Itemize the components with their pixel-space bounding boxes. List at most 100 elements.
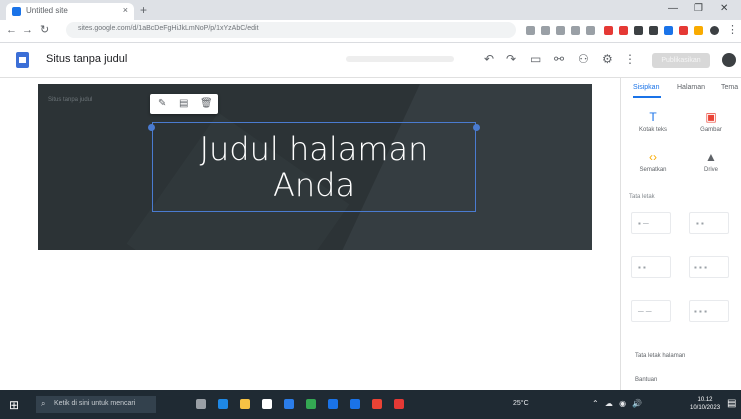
insert-text-box-button[interactable]: T Kotak teks: [635, 110, 671, 133]
side-panel: Sisipkan Halaman Tema T Kotak teks ▣ Gam…: [620, 78, 741, 390]
page-layout-link[interactable]: Tata letak halaman: [635, 352, 685, 360]
delete-icon[interactable]: 🗑: [200, 97, 213, 111]
browser-tab-title: Untitled site: [26, 6, 68, 15]
share-icon[interactable]: ⚇: [578, 52, 589, 66]
insert-embed-button[interactable]: ‹› Sematkan: [635, 150, 671, 173]
page-title-line: Judul halaman: [199, 130, 429, 168]
taskbar-search-box[interactable]: ⌕ Ketik di sini untuk mencari: [36, 396, 156, 413]
more-options-icon[interactable]: ⋮: [624, 52, 636, 66]
extension-icon[interactable]: [556, 26, 565, 35]
address-bar[interactable]: sites.google.com/d/1aBcDeFgHiJkLmNoP/p/1…: [66, 22, 516, 38]
notification-icon[interactable]: ▤: [727, 398, 736, 409]
extension-icon[interactable]: [541, 26, 550, 35]
back-icon[interactable]: ←: [6, 23, 17, 37]
minimize-button[interactable]: —: [668, 2, 678, 16]
extension-icon[interactable]: [694, 26, 703, 35]
browser-menu-icon[interactable]: ⋮: [727, 23, 738, 37]
extension-icon[interactable]: [619, 26, 628, 35]
extension-icon[interactable]: [526, 26, 535, 35]
layout-option[interactable]: ▪ ▪ ▪: [689, 256, 729, 278]
app-icon[interactable]: [328, 399, 338, 409]
layout-option[interactable]: ▪ ─: [631, 212, 671, 234]
page-title-text-box[interactable]: Judul halaman Anda: [152, 122, 476, 212]
extension-icon[interactable]: [586, 26, 595, 35]
browser-toolbar: ← → ↻ sites.google.com/d/1aBcDeFgHiJkLmN…: [0, 20, 741, 43]
insert-label: Gambar: [700, 127, 722, 133]
tab-close-icon[interactable]: ×: [123, 5, 128, 15]
address-url: sites.google.com/d/1aBcDeFgHiJkLmNoP/p/1…: [78, 25, 259, 32]
system-tray-icons[interactable]: ⌃ ☁ ◉ 🔊: [592, 399, 644, 408]
resize-handle-left[interactable]: [148, 124, 155, 131]
link-icon[interactable]: ⚯: [554, 52, 564, 66]
task-view-icon[interactable]: [196, 399, 206, 409]
app-icon[interactable]: [372, 399, 382, 409]
tab-themes[interactable]: Tema: [721, 84, 738, 91]
browser-tab-strip: Untitled site × + — ❐ ✕: [0, 0, 741, 20]
layout-option[interactable]: ▪ ▪: [689, 212, 729, 234]
taskbar: ⊞ ⌕ Ketik di sini untuk mencari 25°C ⌃ ☁…: [0, 390, 741, 419]
app-icon[interactable]: [394, 399, 404, 409]
app-icon[interactable]: [350, 399, 360, 409]
banner-site-name[interactable]: Situs tanpa judul: [48, 97, 92, 103]
insert-image-button[interactable]: ▣ Gambar: [693, 110, 729, 133]
file-explorer-icon[interactable]: [240, 399, 250, 409]
sites-favicon-icon: [12, 7, 21, 16]
drive-icon: ▲: [705, 150, 717, 164]
windows-start-icon[interactable]: ⊞: [9, 398, 19, 412]
browser-tab[interactable]: Untitled site ×: [6, 3, 134, 20]
maximize-button[interactable]: ❐: [694, 2, 703, 16]
forward-icon[interactable]: →: [22, 23, 33, 37]
chrome-icon[interactable]: [306, 399, 316, 409]
image-icon: ▣: [705, 110, 717, 124]
layout-option[interactable]: ─ ─: [631, 300, 671, 322]
active-tab-indicator: [633, 96, 661, 98]
reload-icon[interactable]: ↻: [40, 23, 49, 37]
layout-option[interactable]: ▪ ▪: [631, 256, 671, 278]
new-tab-button[interactable]: +: [140, 3, 147, 17]
profile-icon[interactable]: [710, 26, 719, 35]
header-banner[interactable]: Situs tanpa judul ✎ ▤ 🗑 Judul halaman An…: [38, 84, 592, 250]
sites-app-bar: Situs tanpa judul ↶ ↷ ▭ ⚯ ⚇ ⚙ ⋮ Publikas…: [0, 43, 741, 78]
publish-button[interactable]: Publikasikan: [652, 53, 710, 68]
layouts-heading[interactable]: Tata letak: [629, 194, 655, 200]
insert-label: Drive: [703, 167, 718, 173]
help-link[interactable]: Bantuan: [635, 376, 657, 384]
text-box-icon: T: [649, 110, 657, 124]
text-box-toolbar: ✎ ▤ 🗑: [150, 94, 218, 114]
store-icon[interactable]: [262, 399, 272, 409]
extension-icon[interactable]: [571, 26, 580, 35]
close-window-button[interactable]: ✕: [720, 2, 728, 16]
embed-icon: ‹›: [649, 150, 657, 164]
layout-option[interactable]: ▪ ▪ ▪: [689, 300, 729, 322]
clock-time: 10.12: [697, 397, 713, 403]
redo-icon[interactable]: ↷: [506, 52, 516, 66]
page-title[interactable]: Judul halaman Anda: [153, 131, 475, 203]
extension-icon[interactable]: [604, 26, 613, 35]
taskbar-clock[interactable]: 10.12 10/10/2023: [690, 396, 720, 412]
resize-handle-right[interactable]: [473, 124, 480, 131]
insert-drive-button[interactable]: ▲ Drive: [693, 150, 729, 173]
weather-indicator[interactable]: 25°C: [513, 400, 529, 407]
preview-icon[interactable]: ▭: [530, 52, 541, 66]
edge-icon[interactable]: [218, 399, 228, 409]
extension-icon[interactable]: [679, 26, 688, 35]
undo-icon[interactable]: ↶: [484, 52, 494, 66]
taskbar-search-placeholder: Ketik di sini untuk mencari: [54, 400, 136, 407]
google-sites-logo-icon[interactable]: [16, 52, 29, 68]
account-avatar[interactable]: [722, 53, 736, 67]
mail-icon[interactable]: [284, 399, 294, 409]
save-status-bar: [346, 56, 454, 62]
site-title-field[interactable]: Situs tanpa judul: [46, 53, 127, 65]
clock-date: 10/10/2023: [690, 405, 721, 411]
insert-label: Kotak teks: [638, 127, 667, 133]
settings-icon[interactable]: ⚙: [602, 52, 613, 66]
tab-pages[interactable]: Halaman: [677, 84, 705, 91]
page-title-line: Anda: [272, 166, 356, 204]
search-icon: ⌕: [41, 399, 46, 408]
edit-icon[interactable]: ✎: [158, 97, 166, 111]
format-icon[interactable]: ▤: [179, 97, 188, 111]
extension-icon[interactable]: [649, 26, 658, 35]
extension-icon[interactable]: [664, 26, 673, 35]
extension-icon[interactable]: [634, 26, 643, 35]
tab-insert[interactable]: Sisipkan: [633, 84, 659, 91]
